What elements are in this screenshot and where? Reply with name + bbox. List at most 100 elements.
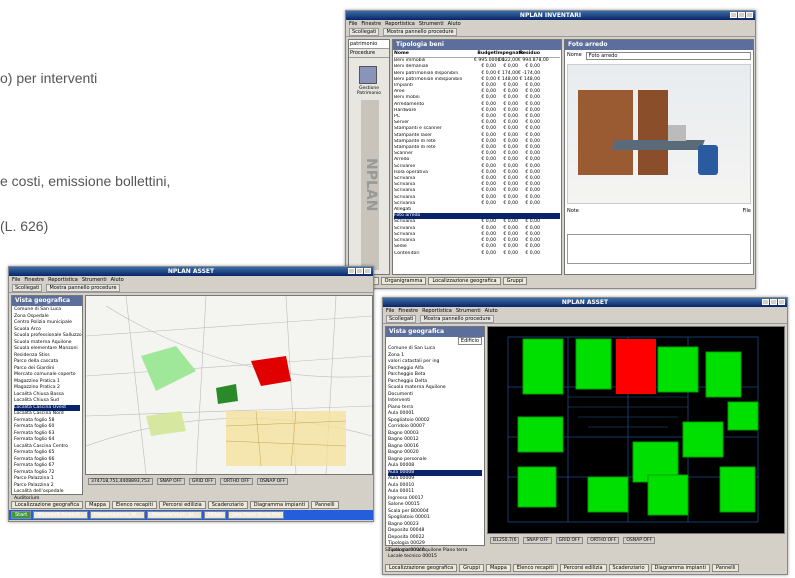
status-bar: B1250,7(6 SNAP OFF GRID OFF ORTHO OFF OSNAP … xyxy=(487,536,787,544)
asset-floorplan-window: NPLAN ASSET File Finestre Reportistica Stru… xyxy=(382,297,788,575)
geo-tree-panel: Vista geografica Edificio Comune di San … xyxy=(385,326,485,559)
floorplan-drawing xyxy=(507,336,759,523)
tab-organigramma[interactable]: Organigramma xyxy=(380,277,427,285)
menu-aiuto[interactable]: Aiuto xyxy=(485,308,498,314)
close-button[interactable] xyxy=(746,12,753,18)
tab-scadenziario[interactable]: Scadenziario xyxy=(207,501,248,509)
name-label: Nome xyxy=(567,52,582,58)
show-procedures-button[interactable]: Mostra pannello procedure xyxy=(383,28,457,36)
tab-percorsi[interactable]: Percorsi edilizia xyxy=(559,564,607,572)
show-procedures-button[interactable]: Mostra pannello procedure xyxy=(420,315,494,323)
task-memorandum[interactable]: Memorandum_pi... xyxy=(147,511,202,519)
panel-title: Vista geografica xyxy=(386,327,484,337)
maximize-button[interactable] xyxy=(770,299,777,305)
left-sidebar: patrimonio Procedure Gestione Patrimonio… xyxy=(348,39,390,275)
sidebar-label: Gestione Patrimonio xyxy=(356,86,382,96)
note-area[interactable] xyxy=(567,234,751,264)
task-presentazione[interactable]: Presentazione_NI... xyxy=(89,511,146,519)
bg-text-line-3: (L. 626) xyxy=(0,218,49,234)
filter-select[interactable]: Edificio xyxy=(457,337,482,345)
menu-strumenti[interactable]: Strumenti xyxy=(82,277,107,283)
tab-scadenziario[interactable]: Scadenziario xyxy=(608,564,649,572)
window-title: NPLAN ASSET xyxy=(561,299,609,306)
menu-finestre[interactable]: Finestre xyxy=(24,277,44,283)
menu-file[interactable]: File xyxy=(349,21,357,27)
minimize-button[interactable] xyxy=(762,299,769,305)
nplan-watermark: NPLAN xyxy=(361,100,379,270)
tab-diagramma[interactable]: Diagramma impianti xyxy=(249,501,310,509)
inventari-window: NPLAN INVENTARI File Finestre Reportistica… xyxy=(345,10,756,289)
tree-item[interactable]: Locale tecnico 00015 xyxy=(388,554,482,561)
task-powerpoint[interactable]: Microsoft PowerP... xyxy=(33,511,88,519)
task-paintshop[interactable]: Jasc Paint Shop Pro xyxy=(228,511,284,519)
geo-tree-panel: Vista geografica Comune di San Luca Zona … xyxy=(11,295,83,507)
menu-reportistica[interactable]: Reportistica xyxy=(385,21,415,27)
tree-item[interactable]: Mercato comunale coperto xyxy=(14,372,80,379)
minimize-button[interactable] xyxy=(730,12,737,18)
menu-aiuto[interactable]: Aiuto xyxy=(448,21,461,27)
tree-item[interactable]: Scuola professionale Salluzzo xyxy=(14,333,82,340)
file-label: File xyxy=(742,208,751,214)
tab-pannelli[interactable]: Pannelli xyxy=(711,564,740,572)
maximize-button[interactable] xyxy=(356,268,363,274)
detail-panel: Foto arredo Nome Foto arredo Note File xyxy=(564,39,754,275)
menu-bar: File Finestre Reportistica Strumenti Aiuto xyxy=(9,276,373,284)
panel-title: Tipologia beni xyxy=(393,40,561,50)
name-field[interactable]: Foto arredo xyxy=(585,52,751,60)
menu-file[interactable]: File xyxy=(12,277,20,283)
tab-mappa[interactable]: Mappa xyxy=(85,501,110,509)
menu-reportistica[interactable]: Reportistica xyxy=(422,308,452,314)
tab-localizzazione[interactable]: Localizzazione geografica xyxy=(428,277,501,285)
bottom-tabs: Localizzazione geografica Gruppi Mappa Elen… xyxy=(383,563,787,573)
tree-item[interactable]: Centro Polizia municipale xyxy=(14,320,80,327)
menu-file[interactable]: File xyxy=(386,308,394,314)
disconnect-button[interactable]: Scollegati xyxy=(386,315,417,323)
close-button[interactable] xyxy=(364,268,371,274)
tab-procedure[interactable]: Procedure xyxy=(349,49,389,58)
menu-reportistica[interactable]: Reportistica xyxy=(48,277,78,283)
disconnect-button[interactable]: Scollegati xyxy=(12,284,43,292)
tab-patrimonio[interactable]: patrimonio xyxy=(349,40,389,49)
detail-title: Foto arredo xyxy=(565,40,753,50)
maximize-button[interactable] xyxy=(738,12,745,18)
tab-gruppi[interactable]: Gruppi xyxy=(502,277,528,285)
tab-localizzazione[interactable]: Localizzazione geografica xyxy=(385,564,458,572)
window-title: NPLAN INVENTARI xyxy=(519,12,582,19)
menu-finestre[interactable]: Finestre xyxy=(398,308,418,314)
minimize-button[interactable] xyxy=(348,268,355,274)
patrimonio-icon[interactable] xyxy=(359,66,377,84)
desk-photo xyxy=(567,64,751,204)
close-button[interactable] xyxy=(778,299,785,305)
start-button[interactable]: Start xyxy=(11,511,32,519)
tab-pannelli[interactable]: Pannelli xyxy=(311,501,339,509)
floor-plan[interactable] xyxy=(487,326,785,534)
bg-text-line-1: o) per interventi xyxy=(0,70,98,86)
tab-mappa[interactable]: Mappa xyxy=(485,564,511,572)
menu-strumenti[interactable]: Strumenti xyxy=(456,308,481,314)
taskbar: Start Microsoft PowerP... Presentazione_NI… xyxy=(9,510,373,520)
panel-title: Vista geografica xyxy=(12,296,82,306)
disconnect-button[interactable]: Scollegati xyxy=(349,28,380,36)
menu-bar: File Finestre Reportistica Strumenti Aiuto xyxy=(383,307,787,315)
tab-diagramma[interactable]: Diagramma impianti xyxy=(650,564,710,572)
tab-elenco[interactable]: Elenco recapiti xyxy=(111,501,157,509)
tab-elenco[interactable]: Elenco recapiti xyxy=(512,564,558,572)
menu-bar: File Finestre Reportistica Strumenti Aiuto xyxy=(346,20,755,28)
tree-panel: Tipologia beni Nome Budget Impegnato Residu… xyxy=(392,39,562,275)
show-procedures-button[interactable]: Mostra pannello procedure xyxy=(46,284,120,292)
tab-localizzazione[interactable]: Localizzazione geografica xyxy=(11,501,84,509)
toolbar: Scollegati Mostra pannello procedure xyxy=(346,28,755,37)
task-nplan[interactable]: NPlan xyxy=(203,511,227,519)
tree-item[interactable]: Scuola elementare Manzoni xyxy=(14,346,80,353)
asset-map-window: NPLAN ASSET File Finestre Reportistica Stru… xyxy=(8,266,374,522)
status-caption: Scuola materna Aquilone Piano terra xyxy=(385,548,468,553)
tab-gruppi[interactable]: Gruppi xyxy=(459,564,484,572)
menu-aiuto[interactable]: Aiuto xyxy=(111,277,124,283)
menu-strumenti[interactable]: Strumenti xyxy=(419,21,444,27)
city-map[interactable] xyxy=(85,295,373,475)
map-drawing xyxy=(85,295,373,475)
table-row[interactable]: Contenitori € 0,00 € 0,00 € 0,00 xyxy=(394,251,560,257)
toolbar: Scollegati Mostra pannello procedure xyxy=(383,315,787,324)
menu-finestre[interactable]: Finestre xyxy=(361,21,381,27)
tab-percorsi[interactable]: Percorsi edilizia xyxy=(158,501,206,509)
